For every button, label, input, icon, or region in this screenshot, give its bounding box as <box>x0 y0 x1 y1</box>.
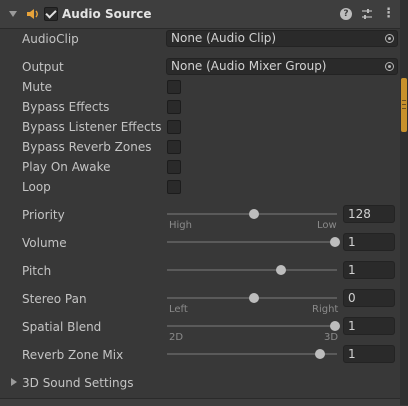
mute-label: Mute <box>22 80 53 94</box>
presets-icon[interactable] <box>361 8 373 20</box>
priority-max-label: Low <box>317 220 337 231</box>
pitch-slider-thumb[interactable] <box>276 265 286 275</box>
volume-slider-thumb[interactable] <box>330 237 340 247</box>
bypass-listener-effects-checkbox[interactable] <box>167 120 181 134</box>
more-menu-icon[interactable]: ⋮ <box>382 7 395 20</box>
spatial-blend-max-label: 3D <box>324 332 339 343</box>
scrollbar-thumb[interactable] <box>401 78 407 132</box>
scrollbar-grip-line <box>402 100 406 101</box>
priority-label: Priority <box>22 208 65 222</box>
spatial-blend-min-label: 2D <box>169 332 184 343</box>
volume-slider-track[interactable] <box>167 241 337 243</box>
component-title: Audio Source <box>62 7 152 21</box>
stereo-pan-label: Stereo Pan <box>22 292 87 306</box>
mute-checkbox[interactable] <box>167 80 181 94</box>
audio-clip-label: AudioClip <box>22 32 79 46</box>
volume-label: Volume <box>22 236 67 250</box>
bypass-reverb-zones-checkbox[interactable] <box>167 140 181 154</box>
loop-checkbox[interactable] <box>167 180 181 194</box>
stereo-pan-value-field[interactable]: 0 <box>343 289 395 307</box>
bypass-effects-checkbox[interactable] <box>167 100 181 114</box>
spatial-blend-label: Spatial Blend <box>22 320 102 334</box>
component-header: Audio Source ? ⋮ <box>0 0 400 29</box>
priority-value-field[interactable]: 128 <box>343 205 395 223</box>
priority-min-label: High <box>169 220 192 231</box>
scrollbar-grip-line <box>402 108 406 109</box>
reverb-zone-mix-label: Reverb Zone Mix <box>22 348 124 362</box>
expand-arrow-icon[interactable] <box>11 378 17 386</box>
bypass-listener-effects-label: Bypass Listener Effects <box>22 120 162 134</box>
scrollbar-track[interactable] <box>400 0 408 405</box>
priority-slider-thumb[interactable] <box>249 209 259 219</box>
pitch-value-field[interactable]: 1 <box>343 261 395 279</box>
play-on-awake-label: Play On Awake <box>22 160 111 174</box>
pitch-slider-track[interactable] <box>167 269 337 271</box>
scrollbar-grip-line <box>402 104 406 105</box>
reverb-zone-mix-slider-thumb[interactable] <box>315 349 325 359</box>
stereo-pan-max-label: Right <box>312 304 339 315</box>
3d-sound-settings-foldout[interactable]: 3D Sound Settings <box>22 376 134 390</box>
stereo-pan-min-label: Left <box>169 304 188 315</box>
pitch-label: Pitch <box>22 264 52 278</box>
output-value: None (Audio Mixer Group) <box>171 59 327 73</box>
bypass-reverb-zones-label: Bypass Reverb Zones <box>22 140 152 154</box>
bypass-effects-label: Bypass Effects <box>22 100 110 114</box>
object-picker-icon[interactable] <box>385 62 394 71</box>
spatial-blend-slider-thumb[interactable] <box>330 321 340 331</box>
volume-value-field[interactable]: 1 <box>343 233 395 251</box>
output-field[interactable]: None (Audio Mixer Group) <box>166 58 398 75</box>
output-label: Output <box>22 60 64 74</box>
spatial-blend-value-field[interactable]: 1 <box>343 317 395 335</box>
loop-label: Loop <box>22 180 51 194</box>
object-picker-icon[interactable] <box>385 34 394 43</box>
spatial-blend-slider-track[interactable] <box>167 325 337 327</box>
audio-clip-field[interactable]: None (Audio Clip) <box>166 30 398 47</box>
play-on-awake-checkbox[interactable] <box>167 160 181 174</box>
stereo-pan-slider-thumb[interactable] <box>249 293 259 303</box>
component-enabled-checkbox[interactable] <box>44 7 58 21</box>
speaker-icon <box>27 9 38 19</box>
audio-clip-value: None (Audio Clip) <box>171 31 277 45</box>
collapse-arrow-icon[interactable] <box>9 11 17 17</box>
help-icon[interactable]: ? <box>340 8 352 20</box>
reverb-zone-mix-value-field[interactable]: 1 <box>343 345 395 363</box>
reverb-zone-mix-slider-track[interactable] <box>167 353 337 355</box>
